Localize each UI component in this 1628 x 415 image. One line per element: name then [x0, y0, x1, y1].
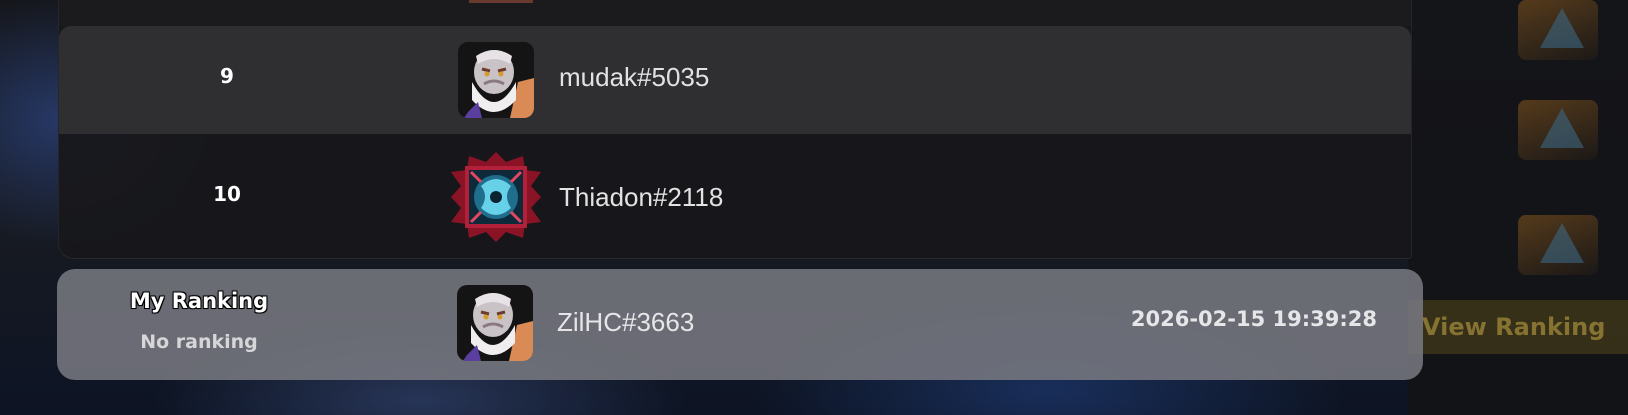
table-row — [59, 0, 1411, 26]
view-ranking-button[interactable]: View Ranking — [1408, 300, 1628, 354]
rank-number: 10 — [213, 182, 241, 206]
avatar-fragment — [469, 0, 533, 3]
table-row[interactable]: 9 mudak#5035 — [59, 26, 1411, 134]
background-card — [1518, 0, 1598, 60]
my-ranking-status: No ranking — [140, 331, 258, 353]
player-name[interactable]: Thiadon#2118 — [559, 182, 723, 213]
my-ranking-label: My Ranking — [129, 289, 269, 313]
player-name[interactable]: mudak#5035 — [559, 62, 709, 93]
my-player-name[interactable]: ZilHC#3663 — [557, 307, 694, 338]
bearded-warrior-portrait-icon — [457, 285, 533, 361]
table-row[interactable]: 10 Thiadon#2118 — [59, 134, 1411, 258]
background-card — [1518, 215, 1598, 275]
background-card — [1518, 100, 1598, 160]
leaderboard-table: 9 mudak#5035 10 Thiadon#2118 — [58, 0, 1412, 259]
my-ranking-bar: My Ranking No ranking ZilHC#3663 2026-02… — [57, 269, 1423, 380]
ranking-timestamp: 2026-02-15 19:39:28 — [1130, 307, 1377, 331]
rank-number: 9 — [220, 64, 234, 88]
spiked-crimson-frame-emblem-icon — [451, 152, 541, 242]
bearded-warrior-portrait-icon — [458, 42, 534, 118]
